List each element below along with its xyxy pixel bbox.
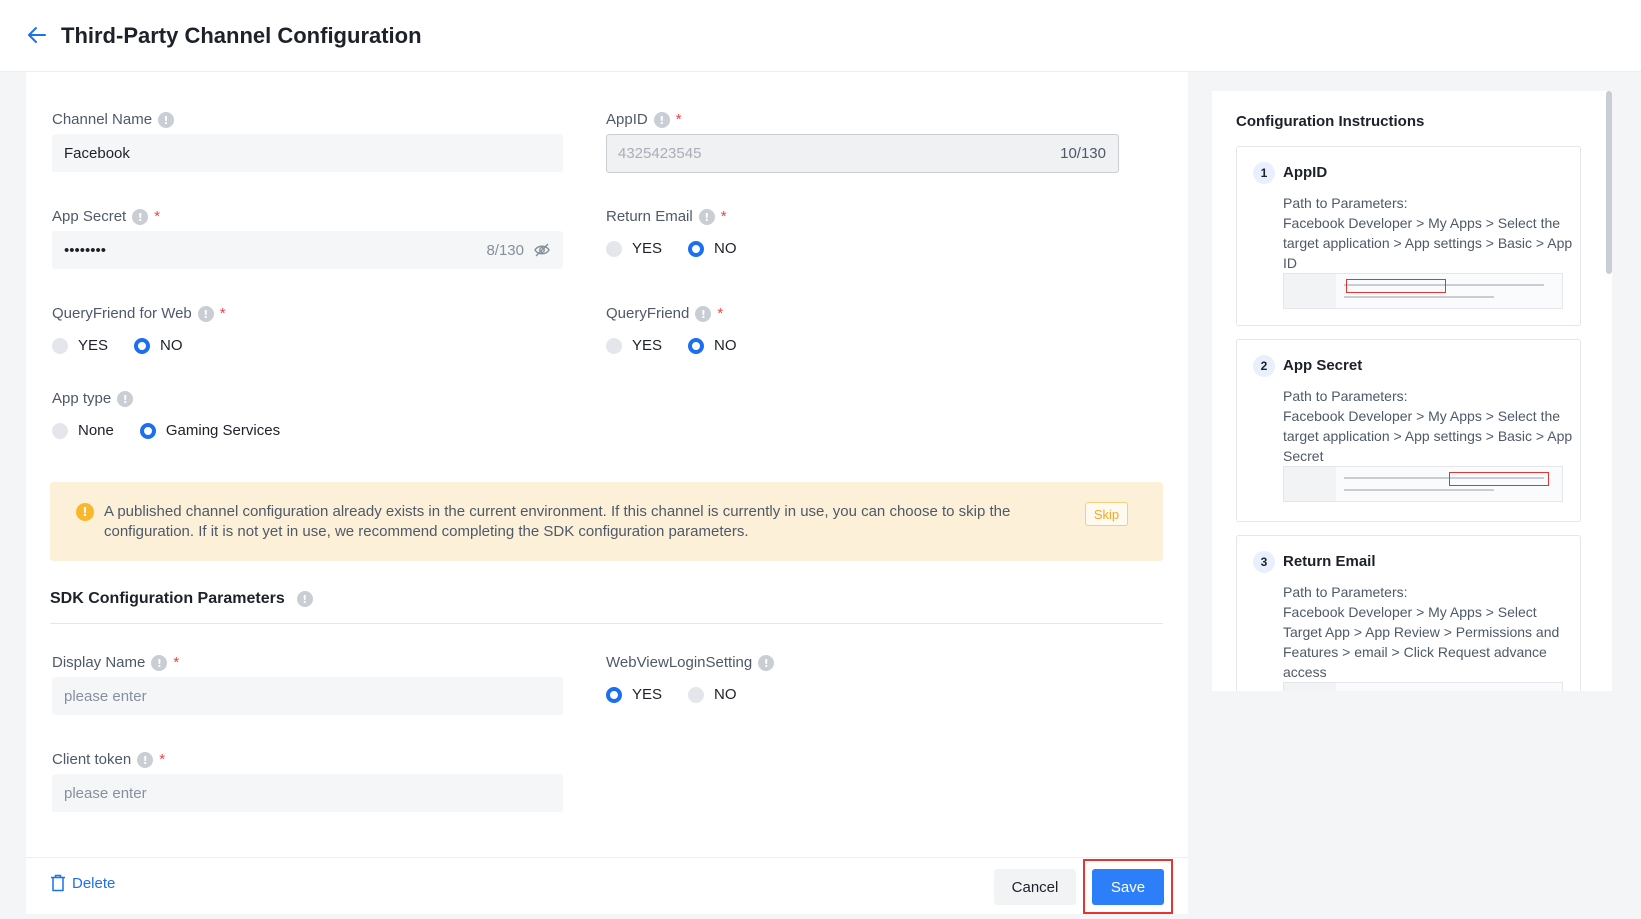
divider [50, 623, 1163, 624]
required-mark: * [720, 208, 727, 225]
trash-icon [51, 874, 65, 892]
step-screenshot-image [1283, 273, 1563, 309]
required-mark: * [154, 208, 161, 225]
step-number: 2 [1253, 355, 1275, 377]
app-type-radio-group: None Gaming Services [52, 422, 306, 439]
required-mark: * [159, 751, 166, 768]
return-email-radio-group: YES NO [606, 240, 763, 257]
required-mark: * [675, 111, 682, 128]
arrow-left-icon[interactable] [26, 24, 48, 46]
app-type-label: App type ! [52, 389, 134, 409]
required-mark: * [717, 305, 724, 322]
query-friend-web-label: QueryFriend for Web ! * [52, 305, 226, 322]
step-body: Path to Parameters: Facebook Developer >… [1283, 584, 1560, 680]
instructions-title: Configuration Instructions [1236, 113, 1425, 130]
save-button-highlight [1083, 859, 1173, 914]
query-friend-radio-group: YES NO [606, 337, 763, 354]
webview-login-no-radio[interactable]: NO [688, 686, 737, 703]
info-icon[interactable]: ! [698, 209, 715, 225]
query-friend-web-radio-group: YES NO [52, 337, 209, 354]
instruction-step-card: 3 Return Email Path to Parameters: Faceb… [1236, 535, 1581, 691]
info-icon[interactable]: ! [695, 306, 712, 322]
required-mark: * [173, 654, 180, 671]
return-email-label: Return Email ! * [606, 208, 727, 225]
app-secret-label: App Secret ! * [52, 208, 161, 225]
step-body: Path to Parameters: Facebook Developer >… [1283, 388, 1573, 464]
webview-login-label: WebViewLoginSetting ! [606, 653, 775, 673]
app-secret-counter: 8/130 [486, 241, 524, 259]
step-screenshot-image [1283, 466, 1563, 502]
app-id-input[interactable]: 4325423545 10/130 [606, 134, 1119, 173]
instructions-panel: Configuration Instructions 1 AppID Path … [1212, 91, 1612, 691]
page-title: Third-Party Channel Configuration [61, 23, 422, 48]
channel-name-label: Channel Name ! [52, 110, 175, 130]
query-friend-web-no-radio[interactable]: NO [134, 337, 183, 354]
cancel-button[interactable]: Cancel [994, 869, 1076, 905]
return-email-no-radio[interactable]: NO [688, 240, 737, 257]
notice-banner: ! A published channel configuration alre… [50, 482, 1163, 561]
required-mark: * [219, 305, 226, 322]
step-body: Path to Parameters: Facebook Developer >… [1283, 195, 1573, 271]
query-friend-web-yes-radio[interactable]: YES [52, 337, 108, 354]
eye-off-icon[interactable] [534, 243, 550, 257]
footer-bar: Delete Cancel Save [26, 857, 1188, 914]
app-id-label: AppID ! * [606, 111, 682, 128]
client-token-input[interactable]: please enter [52, 774, 563, 812]
query-friend-yes-radio[interactable]: YES [606, 337, 662, 354]
step-number: 3 [1253, 551, 1275, 573]
form-panel: Channel Name ! Facebook AppID ! * 432542… [26, 72, 1188, 914]
info-icon[interactable]: ! [132, 209, 149, 225]
instruction-step-card: 1 AppID Path to Parameters: Facebook Dev… [1236, 146, 1581, 326]
top-bar: Third-Party Channel Configuration [0, 0, 1641, 72]
query-friend-label: QueryFriend ! * [606, 305, 724, 322]
step-title: Return Email [1283, 553, 1376, 570]
warning-icon: ! [76, 503, 94, 521]
app-type-gaming-radio[interactable]: Gaming Services [139, 422, 280, 439]
step-title: App Secret [1283, 357, 1363, 374]
info-icon[interactable]: ! [137, 752, 154, 768]
sdk-section-title: SDK Configuration Parameters ! [50, 590, 313, 608]
step-title: AppID [1283, 164, 1328, 181]
display-name-label: Display Name ! * [52, 654, 180, 671]
channel-name-input[interactable]: Facebook [52, 134, 563, 172]
webview-login-yes-radio[interactable]: YES [606, 686, 662, 703]
info-icon[interactable]: ! [296, 591, 313, 607]
app-secret-input[interactable]: •••••••• 8/130 [52, 231, 563, 269]
client-token-label: Client token ! * [52, 751, 166, 768]
delete-button[interactable]: Delete [50, 874, 115, 892]
app-type-none-radio[interactable]: None [52, 422, 114, 439]
instructions-scrollbar[interactable] [1606, 91, 1612, 691]
skip-button[interactable]: Skip [1085, 502, 1128, 526]
step-screenshot-image [1283, 682, 1563, 691]
return-email-yes-radio[interactable]: YES [606, 240, 662, 257]
step-number: 1 [1253, 162, 1275, 184]
webview-login-radio-group: YES NO [606, 686, 763, 703]
info-icon[interactable]: ! [117, 391, 134, 407]
scrollbar-thumb[interactable] [1606, 91, 1612, 274]
info-icon[interactable]: ! [653, 112, 670, 128]
query-friend-no-radio[interactable]: NO [688, 337, 737, 354]
instruction-step-card: 2 App Secret Path to Parameters: Faceboo… [1236, 339, 1581, 522]
display-name-input[interactable]: please enter [52, 677, 563, 715]
info-icon[interactable]: ! [758, 655, 775, 671]
notice-text: A published channel configuration alread… [104, 503, 1011, 540]
app-id-counter: 10/130 [1060, 145, 1106, 162]
info-icon[interactable]: ! [151, 655, 168, 671]
info-icon[interactable]: ! [158, 112, 175, 128]
info-icon[interactable]: ! [197, 306, 214, 322]
